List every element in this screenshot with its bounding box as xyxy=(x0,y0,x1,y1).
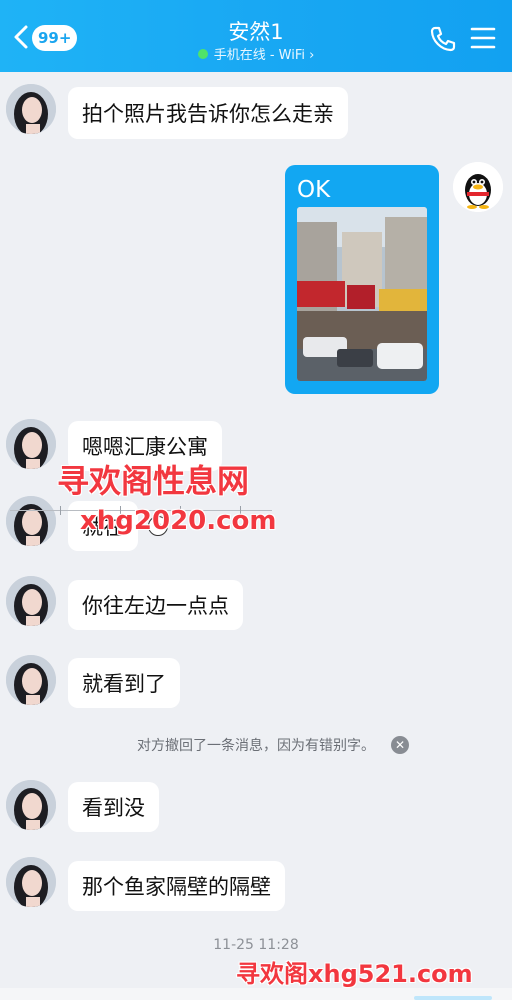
watermark-url: xhg2020.com xyxy=(80,506,277,536)
message-bubble[interactable]: 就看到了 xyxy=(68,658,180,708)
message-bubble[interactable]: 你往左边一点点 xyxy=(68,580,243,630)
street-photo[interactable] xyxy=(297,207,427,381)
contact-avatar[interactable] xyxy=(6,84,56,134)
status-text: 手机在线 - WiFi › xyxy=(213,48,315,63)
contact-avatar[interactable] xyxy=(6,576,56,626)
contact-avatar[interactable] xyxy=(6,780,56,830)
contact-avatar[interactable] xyxy=(6,655,56,705)
watermark-text: 寻欢阁性息网 xyxy=(57,462,250,500)
message-bubble[interactable]: 拍个照片我告诉你怎么走亲 xyxy=(68,87,348,139)
watermark-tick xyxy=(60,506,61,515)
recall-notice: 对方撤回了一条消息，因为有错别字。 xyxy=(137,738,375,754)
message-bubble[interactable]: 那个鱼家隔壁的隔壁 xyxy=(68,861,285,911)
my-photo-message[interactable]: OK xyxy=(285,165,439,394)
contact-avatar[interactable] xyxy=(6,496,56,546)
online-dot-icon xyxy=(197,48,208,59)
timestamp: 11-25 11:28 xyxy=(213,937,299,953)
my-avatar[interactable] xyxy=(453,162,503,212)
phone-icon[interactable] xyxy=(428,24,458,54)
send-button-edge[interactable] xyxy=(414,996,492,1000)
watermark-bottom: 寻欢阁xhg521.com xyxy=(236,960,473,988)
chat-header: 99+ 安然1 手机在线 - WiFi › xyxy=(0,0,512,72)
menu-icon[interactable] xyxy=(470,24,496,52)
contact-avatar[interactable] xyxy=(6,419,56,469)
close-notice-icon[interactable]: ✕ xyxy=(391,736,409,754)
message-bubble[interactable]: 看到没 xyxy=(68,782,159,832)
message-text: OK xyxy=(297,177,331,203)
contact-avatar[interactable] xyxy=(6,857,56,907)
qq-penguin-icon xyxy=(453,162,503,212)
